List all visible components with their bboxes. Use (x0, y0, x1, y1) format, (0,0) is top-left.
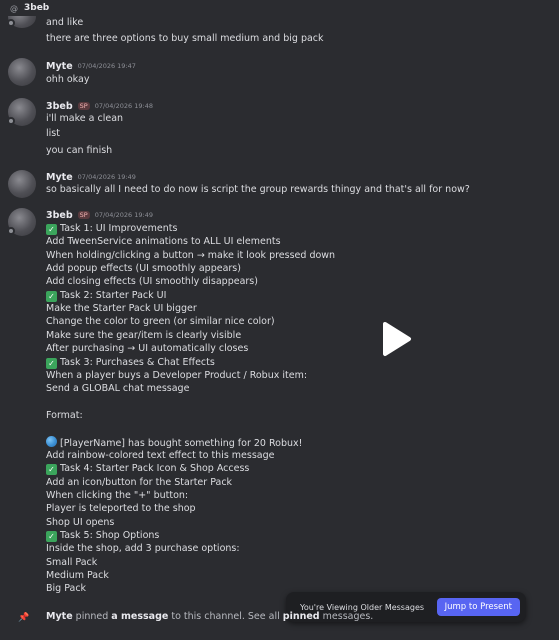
avatar[interactable] (8, 58, 36, 86)
message-line: ✓ Task 1: UI Improvements (46, 222, 177, 235)
username[interactable]: Myte (46, 61, 73, 72)
message-line: When a player buys a Developer Product /… (46, 369, 308, 381)
message-line: ✓ Task 2: Starter Pack UI (46, 289, 166, 302)
timestamp: 07/04/2026 19:48 (94, 102, 153, 110)
message-line: Add rainbow-colored text effect to this … (46, 449, 275, 461)
message-line: After purchasing → UI automatically clos… (46, 343, 249, 355)
channel-title: 3beb (24, 3, 50, 13)
channel-header: @ 3beb (0, 0, 559, 16)
message-line: Small Pack (46, 556, 98, 568)
globe-icon (46, 435, 57, 447)
at-icon: @ (10, 3, 18, 13)
message-line: Shop UI opens (46, 516, 115, 528)
message-line: Add TweenService animations to ALL UI el… (46, 236, 281, 248)
message-line: Player is teleported to the shop (46, 503, 196, 515)
pinned-messages-link[interactable]: pinned (283, 611, 320, 622)
message-line: Big Pack (46, 583, 87, 595)
pin-username[interactable]: Myte (46, 611, 73, 622)
message-line: there are three options to buy small med… (46, 33, 324, 44)
role-badge: SP (77, 211, 90, 219)
role-badge: SP (77, 102, 90, 110)
pin-notice: 📌 Myte pinned a message to this channel.… (0, 610, 559, 626)
play-icon[interactable] (373, 318, 415, 360)
username[interactable]: 3beb (46, 210, 73, 221)
timestamp: 07/04/2026 19:49 (94, 211, 153, 219)
message-line: Add an icon/button for the Starter Pack (46, 476, 233, 488)
check-icon: ✓ (46, 531, 57, 543)
message-line: Add popup effects (UI smoothly appears) (46, 263, 241, 275)
message-line: Medium Pack (46, 570, 109, 582)
message-line: you can finish (46, 145, 113, 156)
message-line: [PlayerName] has bought something for 20… (46, 435, 302, 450)
message-line: Inside the shop, add 3 purchase options: (46, 543, 240, 555)
timestamp: 07/04/2026 19:47 (77, 62, 136, 70)
message-line: Format: (46, 409, 83, 421)
username[interactable]: 3beb (46, 101, 73, 112)
message-line: i'll make a clean (46, 113, 124, 124)
message-line: ✓ Task 5: Shop Options (46, 529, 159, 543)
check-icon: ✓ (46, 224, 57, 235)
check-icon: ✓ (46, 357, 57, 369)
avatar[interactable] (7, 208, 36, 236)
message-line: Make sure the gear/item is clearly visib… (46, 329, 242, 341)
message-line: list (46, 128, 60, 139)
avatar[interactable] (7, 98, 36, 126)
message-line: Add closing effects (UI smoothly disappe… (46, 276, 258, 288)
pin-icon: 📌 (18, 613, 30, 623)
message-line: Change the color to green (or similar ni… (46, 316, 275, 328)
check-icon: ✓ (46, 464, 57, 476)
avatar[interactable] (8, 170, 36, 198)
message-line: ✓ Task 3: Purchases & Chat Effects (46, 356, 215, 369)
check-icon: ✓ (46, 290, 57, 302)
message-line: When clicking the "+" button: (46, 490, 189, 501)
message-line: ✓ Task 4: Starter Pack Icon & Shop Access (46, 462, 249, 476)
message-line: and like (46, 17, 84, 28)
message-line: When holding/clicking a button → make it… (46, 249, 336, 261)
pin-message-link[interactable]: a message (111, 611, 168, 622)
username[interactable]: Myte (46, 172, 73, 183)
message-line: Send a GLOBAL chat message (46, 383, 190, 395)
message-line: Make the Starter Pack UI bigger (46, 303, 197, 315)
message-line: so basically all I need to do now is scr… (46, 184, 470, 195)
pin-text: Myte pinned a message to this channel. S… (46, 611, 374, 622)
timestamp: 07/04/2026 19:49 (77, 173, 136, 181)
message-line: ohh okay (46, 74, 90, 85)
